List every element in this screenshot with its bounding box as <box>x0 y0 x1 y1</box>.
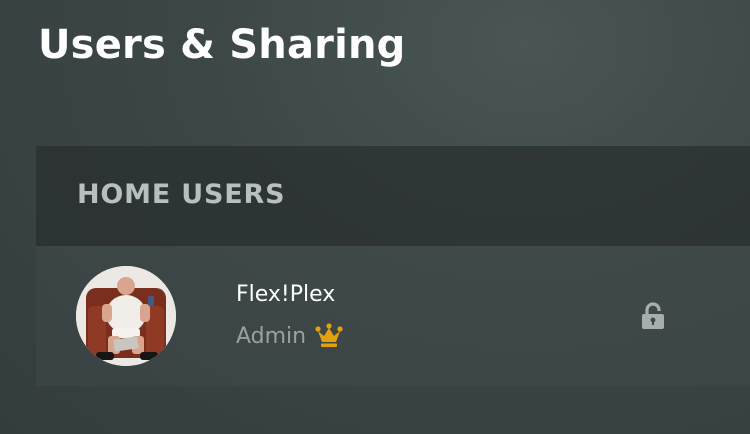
user-role-group: Admin <box>236 323 343 349</box>
section-title: HOME USERS <box>77 179 286 210</box>
home-users-panel: HOME USERS Flex!Plex Admin <box>36 146 750 386</box>
user-name[interactable]: Flex!Plex <box>236 282 335 307</box>
user-role: Admin <box>236 323 307 349</box>
user-row[interactable]: Flex!Plex Admin <box>36 246 750 386</box>
unlocked-lock-icon[interactable] <box>641 302 665 330</box>
page-title: Users & Sharing <box>38 22 406 68</box>
crown-icon <box>315 323 343 347</box>
avatar-image <box>76 266 176 366</box>
avatar <box>76 266 176 366</box>
home-users-header: HOME USERS <box>36 146 750 246</box>
